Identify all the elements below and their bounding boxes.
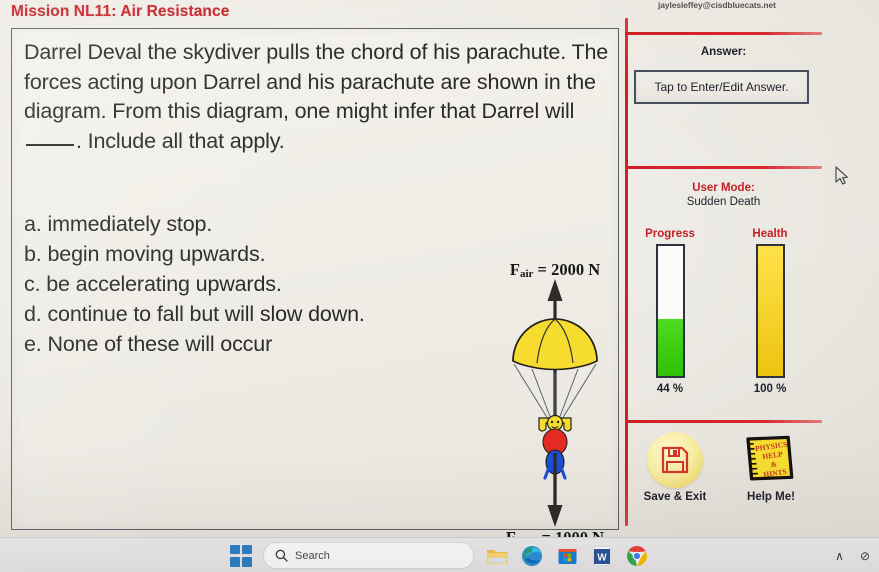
force-grav-symbol: F <box>506 528 516 537</box>
force-diagram: Fair = 2000 N <box>480 257 630 537</box>
sound-muted-icon[interactable]: ⊘ <box>860 549 870 563</box>
answer-input-box[interactable]: Tap to Enter/Edit Answer. <box>634 70 809 104</box>
force-grav-value: = 1000 N <box>542 528 605 537</box>
parachutist-illustration <box>512 279 598 527</box>
help-me-label: Help Me! <box>747 491 795 503</box>
user-mode-label: User Mode: <box>692 182 755 194</box>
question-body-part2: . Include all that apply. <box>76 128 285 153</box>
file-explorer-icon <box>486 549 508 564</box>
health-meter-value: 100 % <box>753 383 787 395</box>
start-tile-3 <box>230 556 240 567</box>
search-icon <box>275 549 288 562</box>
answer-blank <box>26 143 74 146</box>
progress-meter-tube <box>655 244 685 378</box>
progress-meter-title: Progress <box>645 228 695 240</box>
system-tray: ∧ ⊘ <box>835 538 870 572</box>
help-me-button[interactable]: PHYSICS HELP & HINTS Help Me! <box>725 430 817 503</box>
choice-list: a. immediately stop. b. begin moving upw… <box>24 209 524 359</box>
force-air-symbol: F <box>509 260 520 279</box>
taskbar-app-microsoft-word[interactable]: W <box>590 544 614 568</box>
taskbar-app-microsoft-edge[interactable] <box>520 544 544 568</box>
start-tile-1 <box>230 544 240 555</box>
meter-group: Progress 44 % Health 100 % <box>625 228 822 413</box>
screen: Mission NL11: Air Resistance jaylesleffe… <box>0 0 879 572</box>
answer-input-placeholder: Tap to Enter/Edit Answer. <box>654 80 789 94</box>
page-title: Mission NL11: Air Resistance <box>11 3 230 20</box>
start-tile-4 <box>242 556 252 567</box>
question-pane: Darrel Deval the skydiver pulls the chor… <box>11 28 619 537</box>
sidebar-actions: Save & Exit PHYSICS HELP & HINTS Help Me… <box>625 430 822 530</box>
start-button-icon[interactable] <box>230 544 252 567</box>
taskbar-center-group: Search W <box>0 538 879 572</box>
show-hidden-icons-button[interactable]: ∧ <box>835 549 844 563</box>
help-book-container: PHYSICS HELP & HINTS <box>739 430 803 488</box>
health-meter-title: Health <box>752 228 788 240</box>
taskbar-app-google-chrome[interactable] <box>625 544 649 568</box>
svg-text:W: W <box>597 552 607 563</box>
sidebar-divider-3 <box>625 420 822 423</box>
progress-meter: Progress 44 % <box>635 228 705 395</box>
question-text: Darrel Deval the skydiver pulls the chor… <box>24 38 612 156</box>
choice-c[interactable]: c. be accelerating upwards. <box>24 269 524 299</box>
progress-meter-fill <box>657 318 683 376</box>
user-mode-value: Sudden Death <box>686 196 761 208</box>
save-and-exit-button[interactable]: Save & Exit <box>629 430 721 503</box>
parachute-canopy <box>512 318 598 371</box>
question-body-part1: Darrel Deval the skydiver pulls the chor… <box>24 40 609 123</box>
force-air-value: = 2000 N <box>537 260 601 279</box>
choice-b[interactable]: b. begin moving upwards. <box>24 239 524 269</box>
force-grav-label: Fgrav = 1000 N <box>480 528 630 537</box>
answer-heading: Answer: <box>700 46 747 58</box>
health-meter-fill <box>757 246 783 376</box>
help-book-icon: PHYSICS HELP & HINTS <box>746 435 794 481</box>
force-air-label: Fair = 2000 N <box>480 260 630 280</box>
microsoft-store-icon <box>558 549 576 564</box>
physics-mission-app: Mission NL11: Air Resistance jaylesleffe… <box>0 0 879 537</box>
taskbar-app-microsoft-store[interactable] <box>555 544 579 568</box>
account-email: jaylesleffey@cisdbluecats.net <box>658 0 776 10</box>
taskbar-app-file-explorer[interactable] <box>485 544 509 568</box>
google-chrome-icon <box>627 545 647 566</box>
choice-a[interactable]: a. immediately stop. <box>24 209 524 239</box>
microsoft-word-icon: W <box>593 545 611 566</box>
force-air-subscript: air <box>519 268 534 280</box>
windows-taskbar: Search W ∧ ⊘ <box>0 537 879 572</box>
sidebar-divider-1 <box>625 32 822 35</box>
choice-d[interactable]: d. continue to fall but will slow down. <box>24 299 524 329</box>
sidebar-divider-2 <box>625 166 822 169</box>
save-coin-background <box>647 432 703 488</box>
save-and-exit-label: Save & Exit <box>643 491 707 503</box>
health-meter: Health 100 % <box>735 228 805 395</box>
health-meter-tube <box>755 244 785 378</box>
taskbar-search-box[interactable]: Search <box>263 542 474 569</box>
floppy-disk-icon <box>661 446 689 474</box>
choice-e[interactable]: e. None of these will occur <box>24 329 524 359</box>
start-tile-2 <box>242 544 252 555</box>
progress-meter-value: 44 % <box>656 383 684 395</box>
microsoft-edge-icon <box>522 545 542 566</box>
taskbar-search-placeholder: Search <box>295 549 330 562</box>
